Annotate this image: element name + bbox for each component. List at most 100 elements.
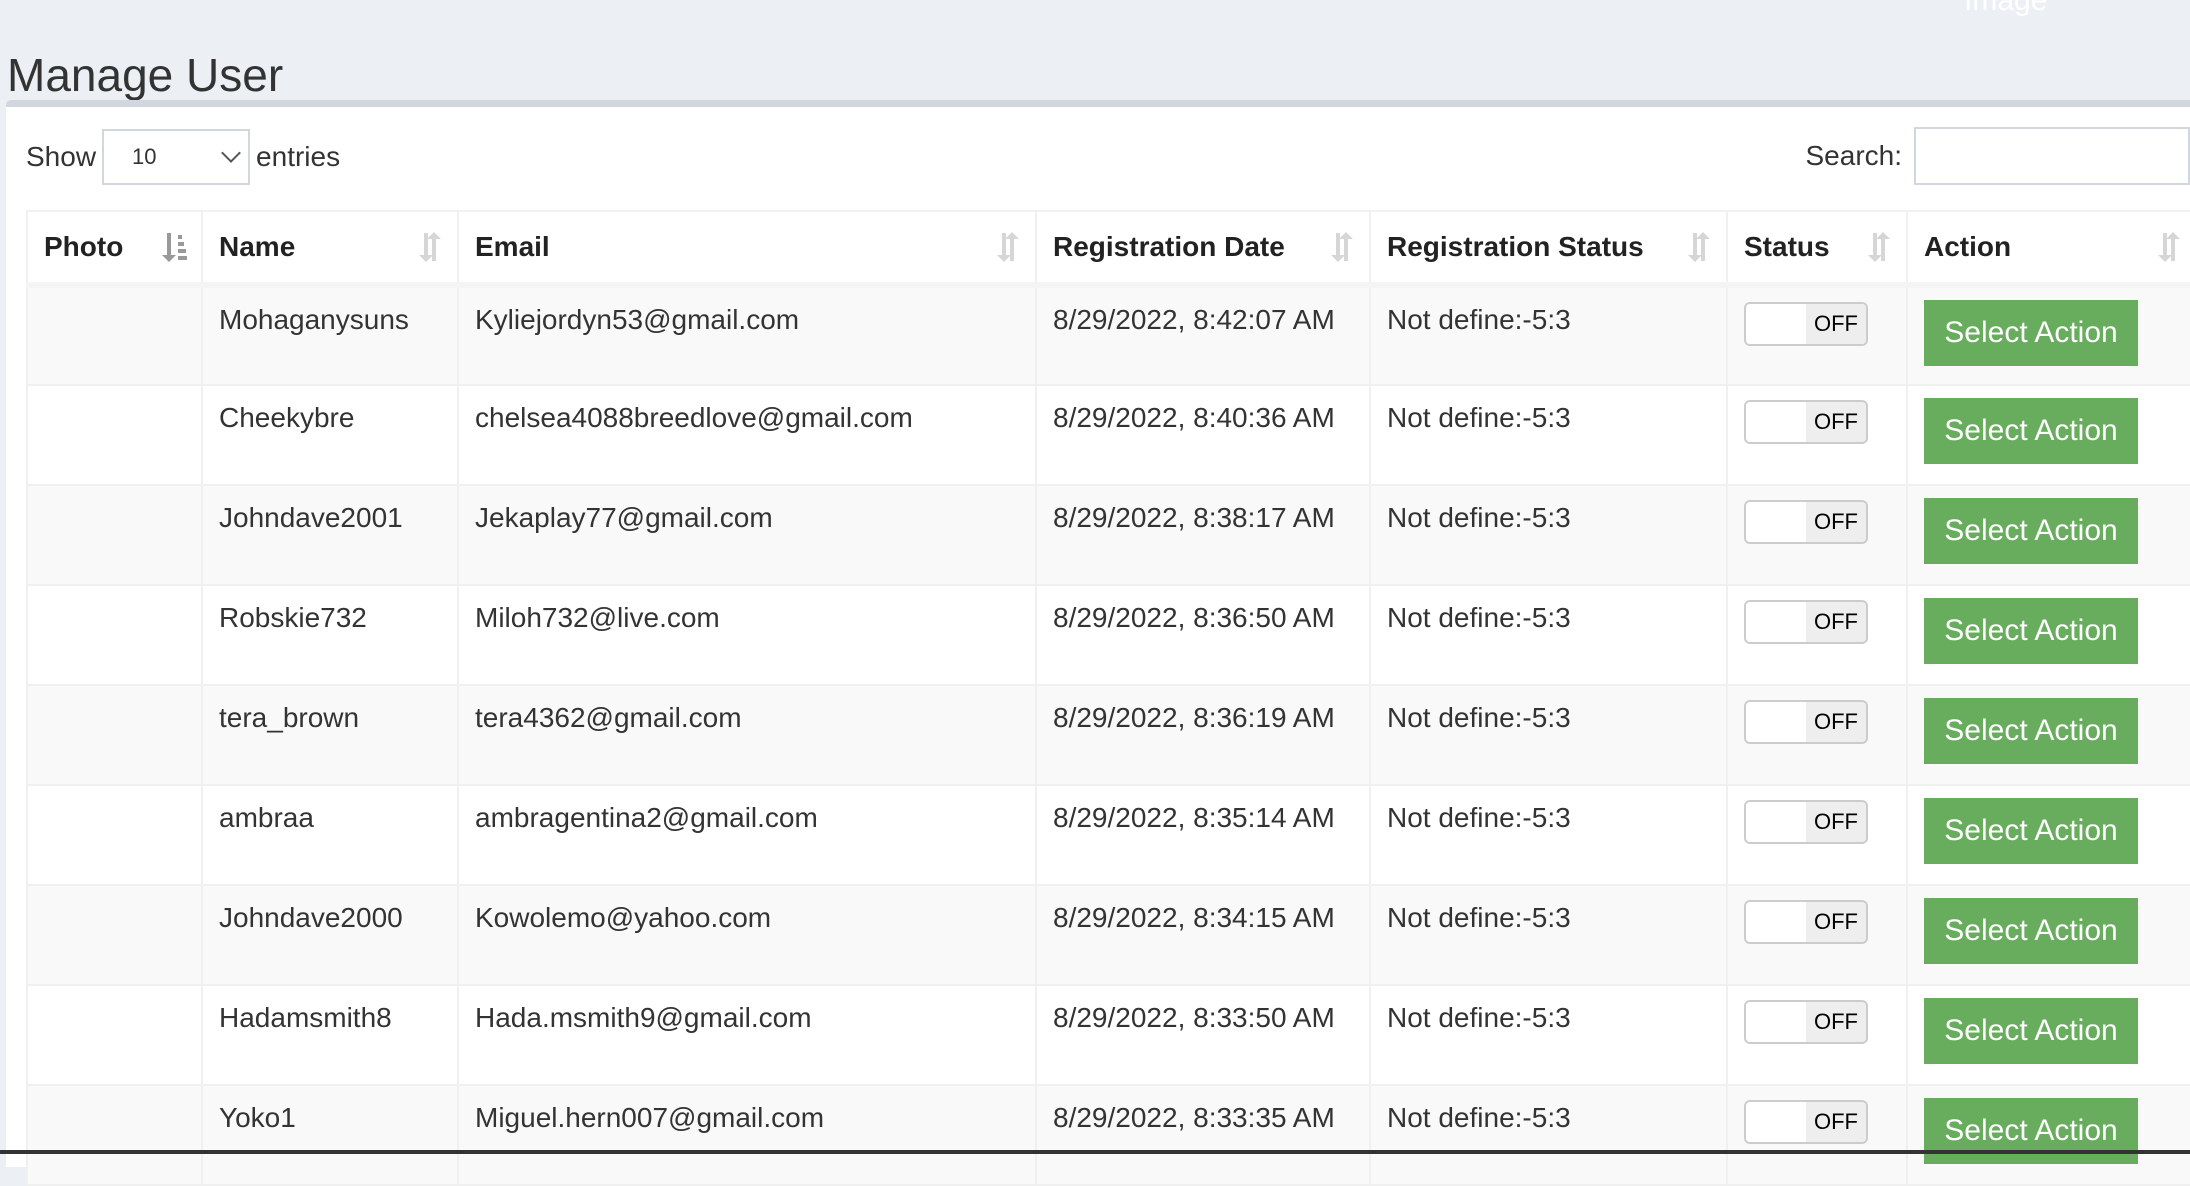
registration-date-cell: 8/29/2022, 8:33:50 AM — [1036, 985, 1370, 1085]
bottom-edge — [0, 1150, 2190, 1154]
users-table: Photo Name Email Registration DateRegistrat… — [26, 210, 2190, 1186]
status-toggle[interactable]: OFF — [1744, 1100, 1868, 1144]
table-row: MohaganysunsKyliejordyn53@gmail.com8/29/… — [27, 285, 2190, 385]
status-cell: OFF — [1727, 885, 1907, 985]
page-title: Manage User — [7, 47, 283, 103]
select-action-button[interactable]: Select Action — [1924, 1098, 2138, 1164]
toggle-state-label: OFF — [1806, 502, 1866, 542]
registration-status-cell: Not define:-5:3 — [1370, 485, 1727, 585]
table-row: tera_browntera4362@gmail.com8/29/2022, 8… — [27, 685, 2190, 785]
status-toggle[interactable]: OFF — [1744, 600, 1868, 644]
column-header-name[interactable]: Name — [202, 211, 458, 285]
status-toggle[interactable]: OFF — [1744, 700, 1868, 744]
email-cell: chelsea4088breedlove@gmail.com — [458, 385, 1036, 485]
entries-label: entries — [256, 141, 340, 173]
table-row: Johndave2000Kowolemo@yahoo.com8/29/2022,… — [27, 885, 2190, 985]
status-toggle[interactable]: OFF — [1744, 1000, 1868, 1044]
status-toggle[interactable]: OFF — [1744, 500, 1868, 544]
toggle-state-label: OFF — [1806, 902, 1866, 942]
page-size-select[interactable]: 10 — [102, 129, 250, 185]
action-cell: Select Action — [1907, 1085, 2190, 1185]
column-header-label: Email — [475, 231, 550, 262]
search-control: Search: — [1806, 126, 2190, 186]
status-cell: OFF — [1727, 385, 1907, 485]
toggle-state-label: OFF — [1806, 702, 1866, 742]
column-header-email[interactable]: Email — [458, 211, 1036, 285]
toggle-state-label: OFF — [1806, 1102, 1866, 1142]
photo-cell — [27, 685, 202, 785]
column-header-action[interactable]: Action — [1907, 211, 2190, 285]
column-header-label: Name — [219, 231, 295, 262]
photo-cell — [27, 885, 202, 985]
select-action-button[interactable]: Select Action — [1924, 798, 2138, 864]
show-label: Show — [26, 141, 96, 173]
registration-status-cell: Not define:-5:3 — [1370, 1085, 1727, 1185]
status-toggle[interactable]: OFF — [1744, 800, 1868, 844]
sort-icon[interactable] — [1329, 231, 1355, 263]
photo-cell — [27, 285, 202, 385]
select-action-button[interactable]: Select Action — [1924, 898, 2138, 964]
action-cell: Select Action — [1907, 685, 2190, 785]
name-cell: Johndave2001 — [202, 485, 458, 585]
column-header-status[interactable]: Status — [1727, 211, 1907, 285]
action-cell: Select Action — [1907, 885, 2190, 985]
registration-status-cell: Not define:-5:3 — [1370, 685, 1727, 785]
table-row: Hadamsmith8Hada.msmith9@gmail.com8/29/20… — [27, 985, 2190, 1085]
table-row: ambraaambragentina2@gmail.com8/29/2022, … — [27, 785, 2190, 885]
table-body: MohaganysunsKyliejordyn53@gmail.com8/29/… — [27, 285, 2190, 1185]
status-toggle[interactable]: OFF — [1744, 900, 1868, 944]
toggle-knob — [1746, 402, 1806, 442]
select-action-button[interactable]: Select Action — [1924, 498, 2138, 564]
sort-icon[interactable] — [1686, 231, 1712, 263]
page-length-control: Show 10 entries — [26, 128, 340, 186]
action-cell: Select Action — [1907, 285, 2190, 385]
registration-date-cell: 8/29/2022, 8:34:15 AM — [1036, 885, 1370, 985]
toggle-knob — [1746, 1002, 1806, 1042]
toggle-state-label: OFF — [1806, 602, 1866, 642]
email-cell: Hada.msmith9@gmail.com — [458, 985, 1036, 1085]
sort-icon[interactable] — [417, 231, 443, 263]
email-cell: Miloh732@live.com — [458, 585, 1036, 685]
toggle-knob — [1746, 902, 1806, 942]
registration-date-cell: 8/29/2022, 8:38:17 AM — [1036, 485, 1370, 585]
action-cell: Select Action — [1907, 785, 2190, 885]
column-header-photo[interactable]: Photo — [27, 211, 202, 285]
registration-status-cell: Not define:-5:3 — [1370, 985, 1727, 1085]
select-action-button[interactable]: Select Action — [1924, 998, 2138, 1064]
sort-amount-down-icon[interactable] — [161, 231, 187, 263]
column-header-registration-date[interactable]: Registration Date — [1036, 211, 1370, 285]
name-cell: Mohaganysuns — [202, 285, 458, 385]
select-action-button[interactable]: Select Action — [1924, 398, 2138, 464]
name-cell: Yoko1 — [202, 1085, 458, 1185]
select-action-button[interactable]: Select Action — [1924, 598, 2138, 664]
select-action-button[interactable]: Select Action — [1924, 300, 2138, 366]
search-input[interactable] — [1914, 127, 2190, 185]
status-toggle[interactable]: OFF — [1744, 302, 1868, 346]
toggle-knob — [1746, 304, 1806, 344]
email-cell: Miguel.hern007@gmail.com — [458, 1085, 1036, 1185]
table-row: Yoko1Miguel.hern007@gmail.com8/29/2022, … — [27, 1085, 2190, 1185]
registration-status-cell: Not define:-5:3 — [1370, 885, 1727, 985]
photo-cell — [27, 385, 202, 485]
registration-date-cell: 8/29/2022, 8:42:07 AM — [1036, 285, 1370, 385]
name-cell: Hadamsmith8 — [202, 985, 458, 1085]
table-row: Johndave2001Jekaplay77@gmail.com8/29/202… — [27, 485, 2190, 585]
sort-icon[interactable] — [1866, 231, 1892, 263]
status-cell: OFF — [1727, 685, 1907, 785]
sort-icon[interactable] — [995, 231, 1021, 263]
action-cell: Select Action — [1907, 485, 2190, 585]
photo-cell — [27, 485, 202, 585]
toggle-state-label: OFF — [1806, 304, 1866, 344]
toggle-knob — [1746, 1102, 1806, 1142]
registration-date-cell: 8/29/2022, 8:35:14 AM — [1036, 785, 1370, 885]
toggle-state-label: OFF — [1806, 402, 1866, 442]
column-header-label: Status — [1744, 231, 1830, 262]
action-cell: Select Action — [1907, 585, 2190, 685]
photo-cell — [27, 1085, 202, 1185]
status-toggle[interactable]: OFF — [1744, 400, 1868, 444]
table-row: Cheekybrechelsea4088breedlove@gmail.com8… — [27, 385, 2190, 485]
sort-icon[interactable] — [2156, 231, 2182, 263]
column-header-registration-status[interactable]: Registration Status — [1370, 211, 1727, 285]
column-header-label: Action — [1924, 231, 2011, 262]
select-action-button[interactable]: Select Action — [1924, 698, 2138, 764]
